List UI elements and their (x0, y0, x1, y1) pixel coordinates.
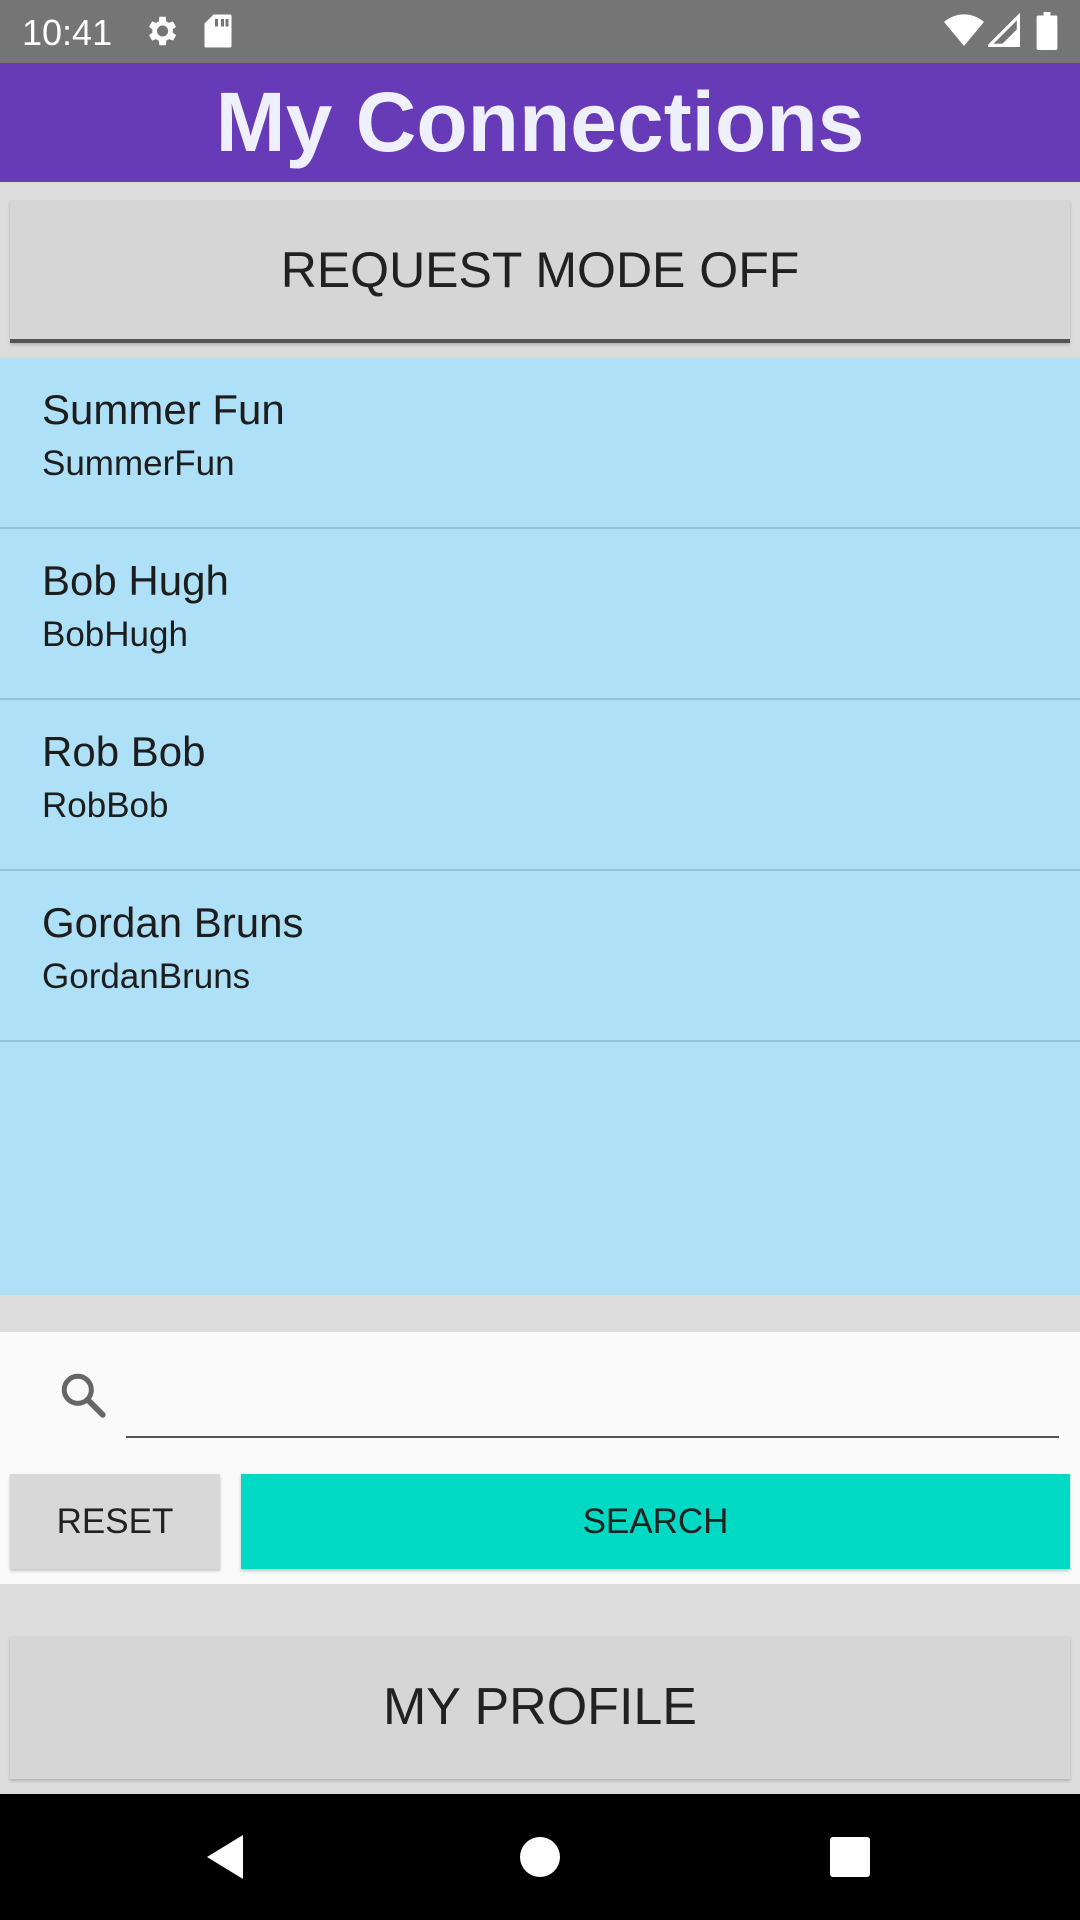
app-bar: My Connections (0, 63, 1080, 182)
app-screen: 10:41 My Connections REQUEST MODE OFF Su… (0, 0, 1080, 1920)
connection-name: Bob Hugh (42, 557, 229, 604)
search-input[interactable] (126, 1362, 1059, 1438)
sd-card-icon (204, 14, 232, 48)
connections-list: Summer Fun SummerFun Bob Hugh BobHugh Ro… (0, 358, 1080, 1295)
connection-username: BobHugh (42, 615, 188, 654)
page-title: My Connections (215, 75, 865, 169)
status-time: 10:41 (22, 12, 113, 53)
my-profile-button[interactable]: MY PROFILE (10, 1636, 1070, 1779)
search-button[interactable]: SEARCH (241, 1474, 1070, 1569)
connection-username: GordanBruns (42, 957, 251, 996)
home-icon (520, 1837, 560, 1877)
navigation-bar (0, 1794, 1080, 1920)
status-bar: 10:41 (0, 0, 1080, 63)
connection-name: Summer Fun (42, 386, 285, 433)
nav-back-button[interactable] (155, 1794, 295, 1920)
settings-icon (148, 16, 177, 46)
nav-home-button[interactable] (470, 1794, 610, 1920)
connection-name: Gordan Bruns (42, 899, 304, 946)
connection-username: RobBob (42, 786, 169, 825)
reset-button[interactable]: RESET (10, 1474, 220, 1569)
back-icon (207, 1835, 243, 1879)
connection-username: SummerFun (42, 444, 235, 483)
wifi-icon (944, 14, 984, 47)
search-icon (61, 1373, 106, 1418)
list-item[interactable]: Rob Bob RobBob (0, 700, 1080, 871)
list-item[interactable]: Gordan Bruns GordanBruns (0, 871, 1080, 1042)
cell-signal-icon (988, 12, 1020, 47)
recents-icon (830, 1837, 870, 1877)
list-item[interactable]: Summer Fun SummerFun (0, 358, 1080, 529)
connection-name: Rob Bob (42, 728, 206, 775)
search-panel: RESET SEARCH (0, 1332, 1080, 1584)
nav-recents-button[interactable] (780, 1794, 920, 1920)
battery-icon (1036, 12, 1058, 50)
request-mode-button[interactable]: REQUEST MODE OFF (10, 200, 1070, 343)
list-item[interactable]: Bob Hugh BobHugh (0, 529, 1080, 700)
